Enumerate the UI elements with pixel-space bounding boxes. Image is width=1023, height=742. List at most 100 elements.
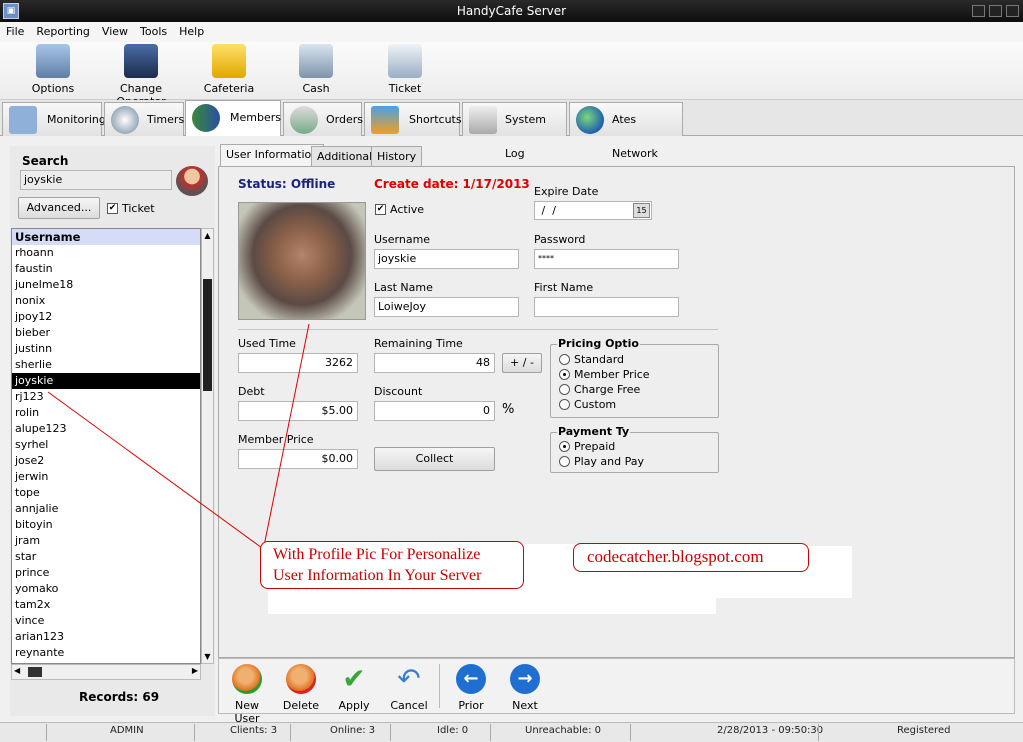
list-item[interactable]: reynante: [12, 645, 200, 661]
list-item[interactable]: sherlie: [12, 357, 200, 373]
collect-button[interactable]: Collect: [374, 447, 495, 471]
scroll-thumb[interactable]: [203, 279, 212, 391]
list-item[interactable]: star: [12, 549, 200, 565]
member-price-field[interactable]: $0.00: [238, 449, 358, 469]
delete-button[interactable]: Delete: [282, 664, 320, 712]
monitoring-icon: [9, 106, 37, 134]
tab-members[interactable]: Members: [185, 100, 281, 136]
tab-history[interactable]: History: [371, 146, 423, 166]
list-item[interactable]: bitoyin: [12, 517, 200, 533]
cafeteria-button[interactable]: Cafeteria: [202, 44, 256, 95]
change-operator-button[interactable]: Change Operator: [98, 44, 184, 108]
list-item[interactable]: tam2x: [12, 597, 200, 613]
search-user-icon[interactable]: [176, 166, 208, 196]
shopping-bag-icon: [212, 44, 246, 78]
discount-field[interactable]: 0: [374, 401, 495, 421]
ticket-button[interactable]: Ticket: [384, 44, 426, 95]
tab-ates-network[interactable]: Ates Network: [569, 102, 683, 160]
cash-button[interactable]: Cash: [296, 44, 336, 95]
tab-orders[interactable]: Orders: [283, 102, 363, 136]
list-item[interactable]: prince: [12, 565, 200, 581]
list-item[interactable]: nonix: [12, 293, 200, 309]
add-user-icon: [232, 664, 262, 694]
cancel-button[interactable]: ↶ Cancel: [388, 664, 430, 713]
list-item[interactable]: annjalie: [12, 501, 200, 517]
list-item[interactable]: joyskie: [12, 373, 200, 389]
menu-file[interactable]: File: [0, 22, 30, 38]
checkmark-icon: ✔: [342, 662, 366, 695]
list-item[interactable]: jerwin: [12, 469, 200, 485]
list-item[interactable]: arian123: [12, 629, 200, 645]
menu-tools[interactable]: Tools: [134, 22, 173, 38]
delete-user-icon: [286, 664, 316, 694]
list-item[interactable]: faustin: [12, 261, 200, 277]
search-title: Search: [22, 154, 69, 168]
debt-field[interactable]: $5.00: [238, 401, 358, 421]
plus-minus-button[interactable]: + / -: [502, 353, 542, 373]
minimize-icon[interactable]: [972, 5, 985, 17]
list-item[interactable]: justinn: [12, 341, 200, 357]
apply-button[interactable]: ✔ Apply: [336, 662, 372, 713]
search-input[interactable]: joyskie: [20, 170, 172, 190]
last-name-field[interactable]: LoiweJoy: [374, 297, 519, 317]
list-item[interactable]: jpoy12: [12, 309, 200, 325]
status-datetime: 2/28/2013 - 09:50:30: [717, 725, 824, 736]
active-checkbox[interactable]: ✔: [375, 204, 386, 215]
list-item[interactable]: rj123: [12, 389, 200, 405]
new-user-button[interactable]: New User: [222, 664, 272, 725]
tab-system-log-label: System Log: [505, 113, 547, 160]
payment-prepaid-radio[interactable]: [559, 441, 570, 452]
user-list-horizontal-scrollbar[interactable]: ◀ ▶: [11, 664, 201, 680]
maximize-icon[interactable]: [989, 5, 1002, 17]
list-item[interactable]: junelme18: [12, 277, 200, 293]
list-item[interactable]: rolin: [12, 405, 200, 421]
pricing-charge-free-radio[interactable]: [559, 384, 570, 395]
password-label: Password: [534, 233, 586, 246]
list-item[interactable]: syrhel: [12, 437, 200, 453]
list-item[interactable]: alupe123: [12, 421, 200, 437]
list-item[interactable]: jram: [12, 533, 200, 549]
scroll-right-icon[interactable]: ▶: [192, 666, 198, 675]
tab-shortcuts[interactable]: Shortcuts: [364, 102, 462, 136]
profile-photo[interactable]: [238, 202, 366, 320]
list-item[interactable]: rhoann: [12, 245, 200, 261]
calendar-icon[interactable]: 15: [633, 203, 650, 218]
list-item[interactable]: vince: [12, 613, 200, 629]
tab-monitoring[interactable]: Monitoring: [2, 102, 106, 136]
tab-system-log[interactable]: System Log: [462, 102, 567, 160]
list-item[interactable]: bieber: [12, 325, 200, 341]
tab-additional[interactable]: Additional: [311, 146, 379, 166]
pricing-member-price-radio[interactable]: [559, 369, 570, 380]
menu-view[interactable]: View: [96, 22, 134, 38]
payment-play-and-pay-radio[interactable]: [559, 456, 570, 467]
remaining-time-field[interactable]: 48: [374, 353, 495, 373]
ticket-checkbox[interactable]: ✔: [107, 203, 118, 214]
options-button[interactable]: Options: [24, 44, 82, 95]
next-button[interactable]: → Next: [509, 664, 541, 712]
advanced-search-button[interactable]: Advanced...: [18, 197, 100, 219]
user-list-vertical-scrollbar[interactable]: ▲ ▼: [201, 228, 214, 664]
prior-button[interactable]: ← Prior: [455, 664, 487, 712]
tab-user-information[interactable]: User Information: [220, 144, 325, 167]
list-item[interactable]: tope: [12, 485, 200, 501]
menu-reporting[interactable]: Reporting: [30, 22, 95, 38]
scroll-left-icon[interactable]: ◀: [14, 666, 20, 675]
ticket-checkbox-label: Ticket: [122, 202, 155, 215]
scroll-up-icon[interactable]: ▲: [202, 231, 213, 240]
pricing-standard-radio[interactable]: [559, 354, 570, 365]
username-field[interactable]: joyskie: [374, 249, 519, 269]
close-icon[interactable]: [1006, 5, 1019, 17]
status-bar: [0, 722, 1023, 742]
menu-help[interactable]: Help: [173, 22, 210, 38]
scroll-down-icon[interactable]: ▼: [202, 652, 213, 661]
user-list-header[interactable]: Username: [12, 229, 200, 245]
hscroll-thumb[interactable]: [28, 667, 42, 677]
pricing-custom-radio[interactable]: [559, 399, 570, 410]
records-count: Records: 69: [79, 690, 160, 704]
tab-timers[interactable]: Timers: [104, 102, 184, 136]
password-field[interactable]: ****: [534, 249, 679, 269]
used-time-field[interactable]: 3262: [238, 353, 358, 373]
list-item[interactable]: yomako: [12, 581, 200, 597]
first-name-field[interactable]: [534, 297, 679, 317]
list-item[interactable]: jose2: [12, 453, 200, 469]
